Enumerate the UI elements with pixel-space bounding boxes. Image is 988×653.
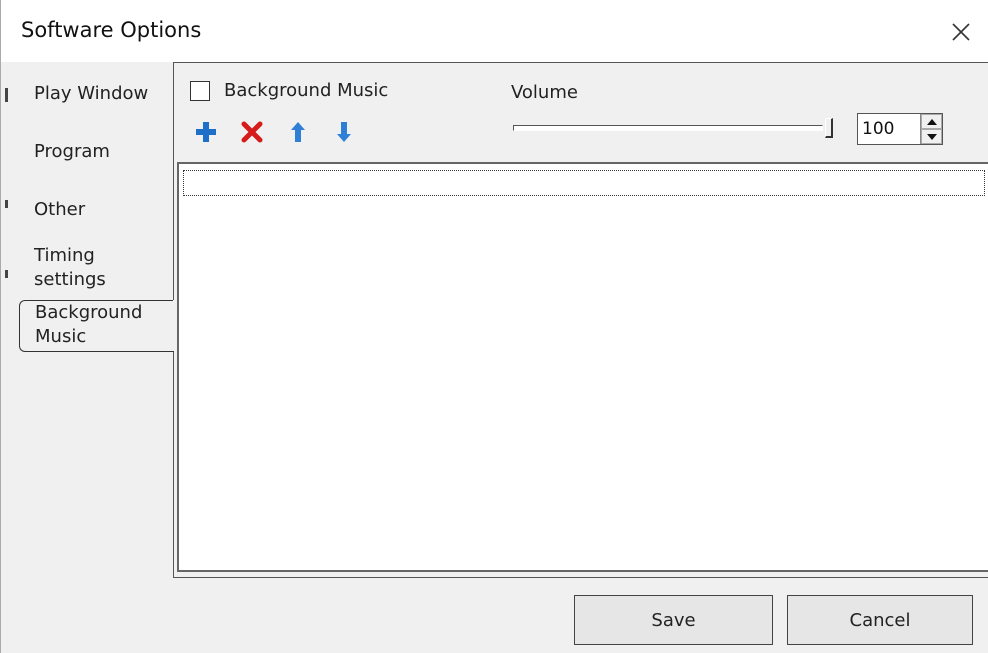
- volume-increment-button[interactable]: [921, 114, 942, 129]
- tab-program[interactable]: Program: [19, 140, 174, 164]
- volume-slider[interactable]: [513, 118, 835, 140]
- title-bar: Software Options: [1, 0, 988, 62]
- tab-label: Other: [34, 199, 86, 220]
- close-icon: [952, 23, 970, 41]
- background-music-checkbox[interactable]: [190, 80, 210, 101]
- volume-slider-thumb[interactable]: [825, 118, 833, 138]
- tab-timing-settings[interactable]: Timing settings: [19, 244, 174, 292]
- playlist-box[interactable]: [177, 162, 988, 572]
- tab-label-line1: Background: [35, 302, 143, 323]
- software-options-dialog: Software Options Play Window Program Oth…: [0, 0, 988, 653]
- options-tabs: Play Window Program Other Timing setting…: [1, 62, 176, 582]
- move-up-button[interactable]: [286, 120, 310, 144]
- volume-label: Volume: [511, 82, 578, 103]
- move-up-icon: [291, 122, 305, 142]
- volume-spinbox[interactable]: 100: [857, 113, 943, 145]
- close-button[interactable]: [939, 10, 983, 54]
- dialog-title: Software Options: [21, 18, 202, 42]
- tab-label: Program: [34, 141, 110, 162]
- background-music-toggle: Background Music: [190, 80, 388, 101]
- volume-decrement-button[interactable]: [921, 129, 942, 144]
- tab-label-line2: Music: [35, 326, 87, 347]
- tab-play-window[interactable]: Play Window: [19, 82, 174, 106]
- playlist-focus-row[interactable]: [183, 170, 985, 196]
- volume-slider-track: [513, 125, 823, 131]
- tab-label: Play Window: [34, 83, 149, 104]
- tab-label-line1: Timing: [34, 245, 95, 266]
- move-down-icon: [337, 122, 351, 142]
- background-music-checkbox-label: Background Music: [224, 80, 389, 101]
- tab-background-music[interactable]: Background Music: [19, 300, 174, 352]
- tab-joint: [173, 300, 176, 350]
- tab-other[interactable]: Other: [19, 198, 174, 222]
- spin-up-icon: [926, 118, 937, 125]
- add-button[interactable]: [194, 120, 218, 144]
- cancel-button[interactable]: Cancel: [787, 595, 973, 645]
- delete-icon: [241, 121, 263, 143]
- volume-value[interactable]: 100: [858, 114, 920, 144]
- volume-spin-buttons: [920, 114, 942, 144]
- spin-down-icon: [926, 133, 937, 140]
- delete-button[interactable]: [240, 120, 264, 144]
- move-down-button[interactable]: [332, 120, 356, 144]
- playlist-toolbar: [194, 120, 356, 144]
- tab-label-line2: settings: [34, 269, 106, 290]
- save-button[interactable]: Save: [574, 595, 773, 645]
- add-icon: [196, 122, 216, 142]
